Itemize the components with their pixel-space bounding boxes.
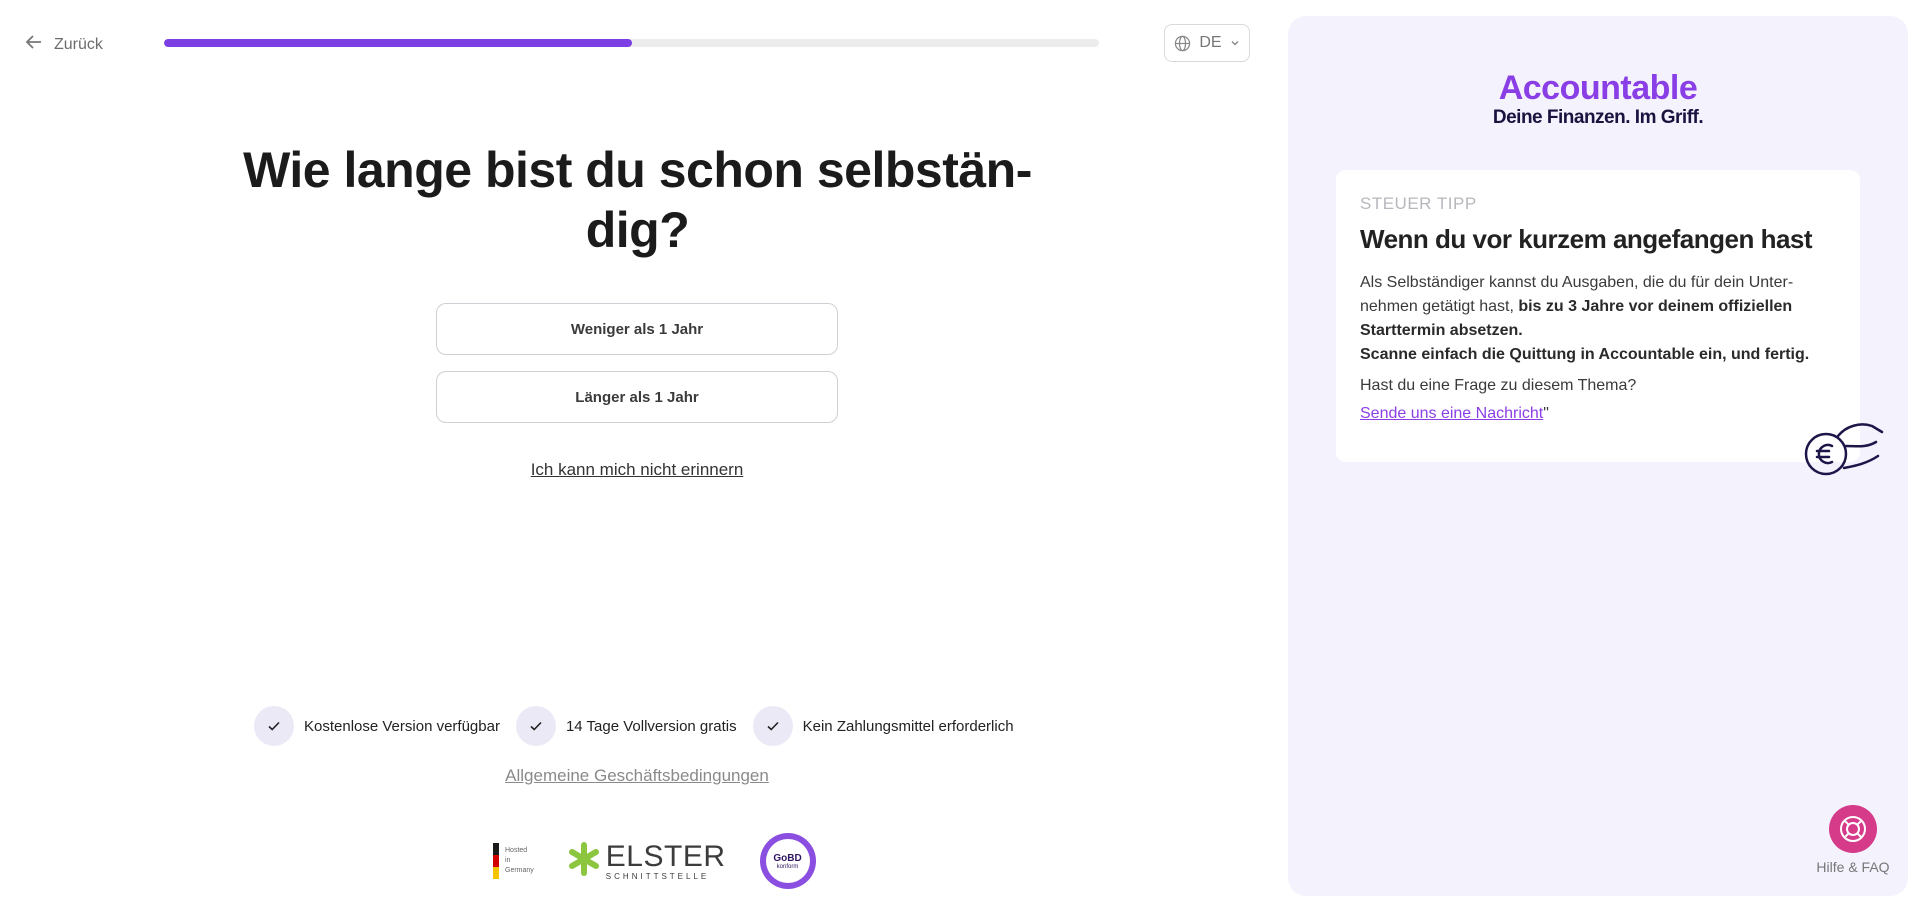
tax-tip-card: STEUER TIPP Wenn du vor kurzem angefange…: [1336, 170, 1860, 462]
tip-body: Als Selbständiger kannst du Ausgaben, di…: [1360, 271, 1836, 367]
check-icon: [752, 706, 793, 746]
terms-link[interactable]: Allgemeine Geschäftsbedingungen: [436, 766, 838, 786]
feature-item: Kostenlose Version verfügbar: [254, 706, 500, 746]
progress-bar: [164, 39, 1099, 47]
onboarding-main: Zurück DE Wie lange bist du schon selbst…: [0, 0, 1270, 911]
help-label: Hilfe & FAQ: [1816, 859, 1890, 875]
feature-label: 14 Tage Vollversion gratis: [565, 717, 737, 735]
feature-label: Kostenlose Version verfügbar: [304, 717, 500, 735]
feature-list: Kostenlose Version verfügbar 14 Tage Vol…: [254, 706, 1014, 746]
check-icon: [515, 706, 556, 746]
progress-fill: [164, 39, 632, 47]
trust-badges: Hosted in Germany ELSTER SCHNITTSTELLE G…: [493, 833, 816, 889]
hosted-in-germany-badge: Hosted in Germany: [493, 843, 534, 879]
cant-remember-link[interactable]: Ich kann mich nicht erinnern: [436, 460, 838, 480]
hand-coin-icon: [1798, 406, 1888, 486]
language-selector[interactable]: DE: [1164, 24, 1250, 62]
feature-item: Kein Zahlungsmittel erforderlich: [752, 706, 1014, 746]
check-icon: [254, 706, 294, 746]
back-label: Zurück: [54, 35, 103, 53]
brand-slogan: Deine Finanzen. Im Griff.: [1492, 107, 1704, 128]
tip-label: STEUER TIPP: [1360, 194, 1477, 213]
germany-flag-icon: [493, 843, 499, 879]
globe-icon: [1174, 35, 1191, 52]
tip-title: Wenn du vor kurzem angefangen hast: [1360, 224, 1813, 254]
feature-label: Kein Zahlungsmittel erforderlich: [802, 717, 1014, 735]
chevron-down-icon: [1230, 38, 1240, 48]
tip-question: Hast du eine Frage zu diesem Thema?: [1360, 377, 1637, 394]
elster-label: ELSTER: [605, 839, 726, 873]
send-message-link[interactable]: Sende uns eine Nachricht: [1360, 405, 1543, 422]
hosted-text-line: in: [505, 857, 511, 864]
language-label: DE: [1199, 34, 1222, 51]
brand: Accountable Deine Finanzen. Im Griff.: [1288, 71, 1908, 129]
tip-panel: Accountable Deine Finanzen. Im Griff. ST…: [1288, 16, 1908, 896]
elster-badge: ELSTER SCHNITTSTELLE: [568, 841, 726, 882]
tip-link-suffix: ": [1543, 405, 1549, 422]
tip-text-bold-2: Scanne einfach die Quittung in Accountab…: [1360, 346, 1810, 363]
arrow-left-icon: [24, 32, 44, 57]
feature-item: 14 Tage Vollversion gratis: [515, 706, 737, 746]
hosted-text-line: Germany: [505, 867, 534, 874]
back-button[interactable]: Zurück: [24, 32, 103, 57]
lifebuoy-icon: [1829, 805, 1877, 853]
question-title: Wie lange bist du schon selbstän- dig?: [243, 142, 1032, 258]
hosted-text-line: Hosted: [505, 847, 528, 854]
help-faq-button[interactable]: Hilfe & FAQ: [1808, 805, 1898, 875]
gobd-label: GoBD: [773, 852, 802, 864]
gobd-sub-label: konform: [776, 863, 799, 870]
elster-star-icon: [568, 841, 600, 882]
brand-logo: Accountable: [1498, 69, 1698, 107]
option-less-than-1-year[interactable]: Weniger als 1 Jahr: [436, 303, 838, 355]
option-more-than-1-year[interactable]: Länger als 1 Jahr: [436, 371, 838, 423]
elster-sub-label: SCHNITTSTELLE: [605, 871, 710, 881]
gobd-badge: GoBD konform: [759, 833, 816, 889]
